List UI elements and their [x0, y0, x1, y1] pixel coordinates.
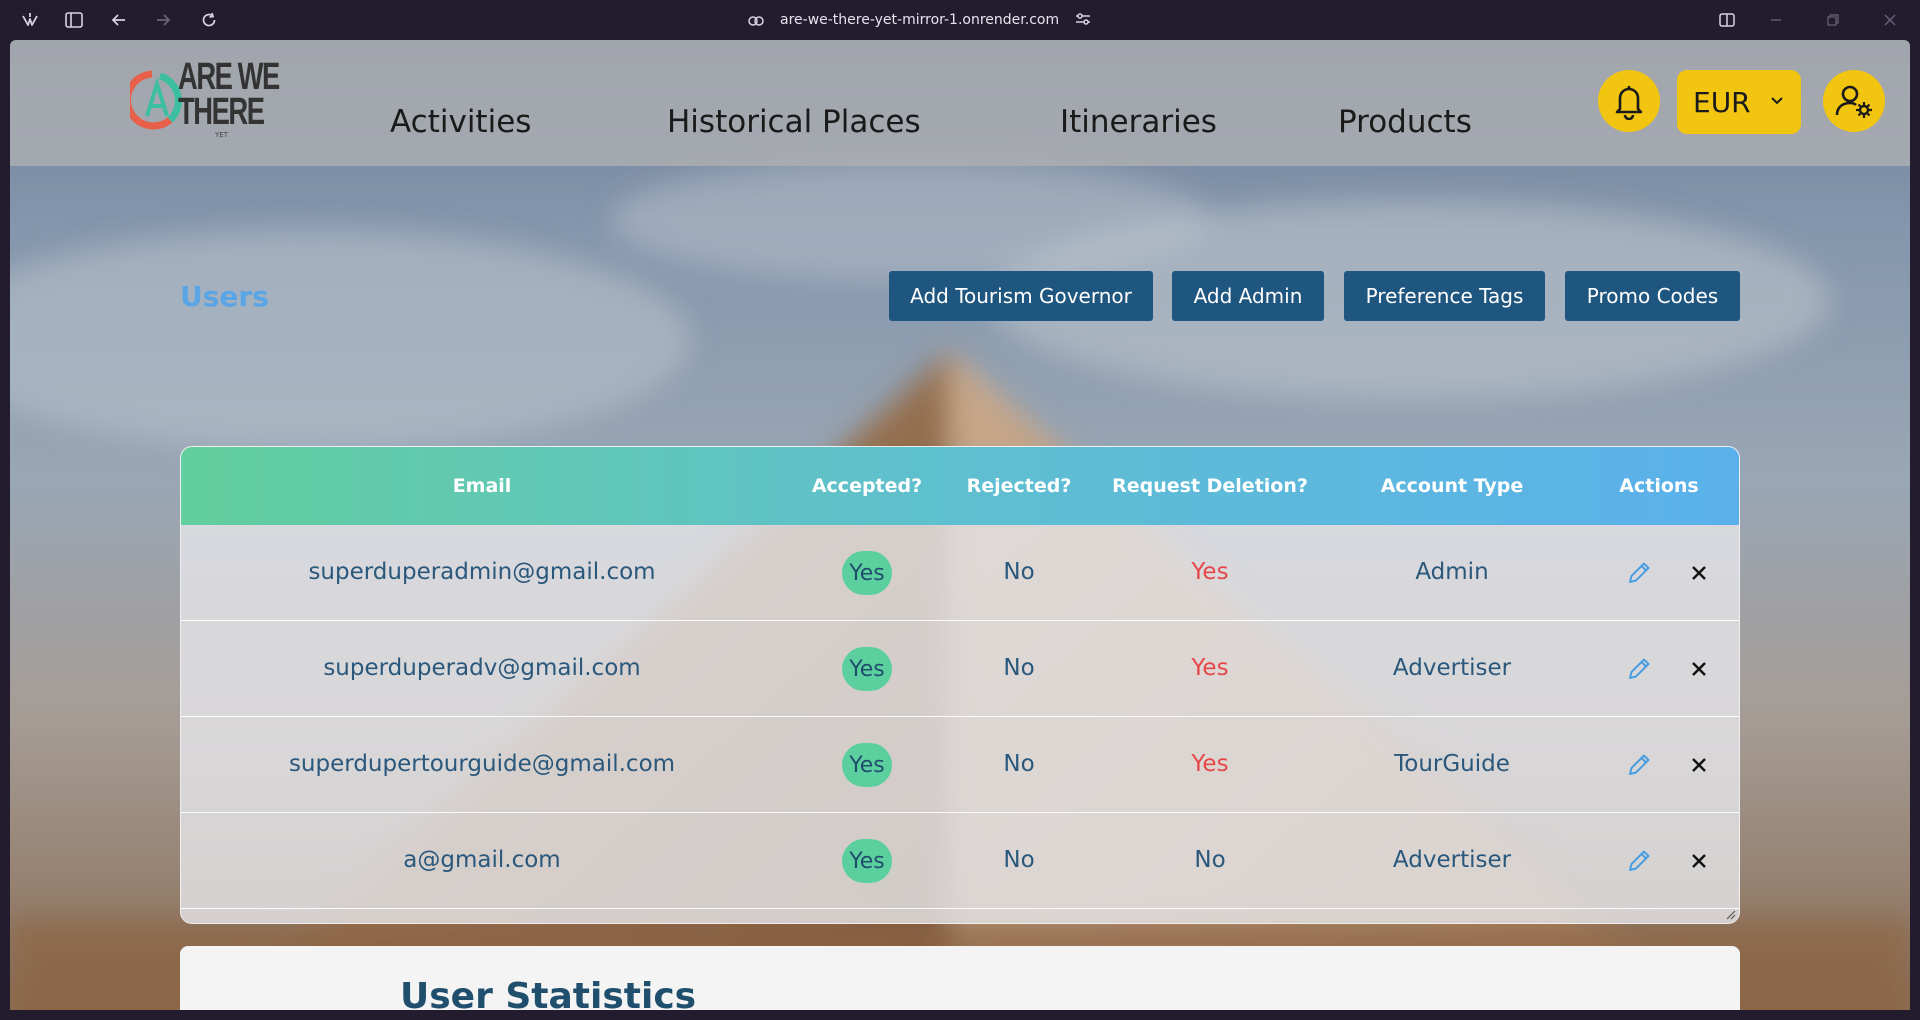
table-header: Email Accepted? Rejected? Request Deleti… — [181, 447, 1739, 525]
stats-title: User Statistics — [400, 976, 697, 1010]
cell-request-deletion: Yes — [1191, 559, 1229, 585]
add-admin-button[interactable]: Add Admin — [1172, 271, 1324, 321]
url-text[interactable]: are-we-there-yet-mirror-1.onrender.com — [780, 12, 1059, 28]
nav-activities[interactable]: Activities — [390, 104, 531, 140]
accepted-badge: Yes — [842, 647, 892, 691]
cell-rejected: No — [1003, 751, 1035, 777]
user-gear-icon — [1835, 85, 1872, 118]
sidebar-toggle-icon[interactable] — [62, 8, 86, 32]
accepted-badge: Yes — [842, 743, 892, 787]
accepted-badge: Yes — [842, 839, 892, 883]
browser-toolbar: are-we-there-yet-mirror-1.onrender.com — [0, 0, 1920, 40]
cell-rejected: No — [1003, 847, 1035, 873]
logo-line-3: YET — [215, 131, 228, 139]
account-settings-button[interactable] — [1823, 70, 1885, 132]
header-account-type: Account Type — [1380, 475, 1524, 497]
bell-icon — [1615, 86, 1643, 120]
browser-logo-icon[interactable] — [18, 8, 42, 32]
minimize-icon[interactable] — [1764, 8, 1788, 32]
cell-account-type: Advertiser — [1392, 847, 1512, 873]
cell-request-deletion: Yes — [1191, 751, 1229, 777]
cell-rejected: No — [1003, 559, 1035, 585]
header-rejected: Rejected? — [966, 475, 1072, 497]
promo-codes-button[interactable]: Promo Codes — [1565, 271, 1740, 321]
add-tourism-governor-button[interactable]: Add Tourism Governor — [889, 271, 1153, 321]
currency-select[interactable]: EUR — [1677, 70, 1801, 134]
edit-pencil-icon[interactable] — [1625, 751, 1653, 779]
delete-x-icon[interactable] — [1685, 751, 1713, 779]
site-settings-icon[interactable] — [1075, 11, 1091, 30]
edit-pencil-icon[interactable] — [1625, 655, 1653, 683]
table-row: superdupertourguide@gmail.com Yes No Yes… — [181, 717, 1739, 813]
notifications-button[interactable] — [1598, 70, 1660, 132]
edit-pencil-icon[interactable] — [1625, 847, 1653, 875]
header-request-deletion: Request Deletion? — [1112, 475, 1308, 497]
header-actions: Actions — [1619, 475, 1699, 497]
cell-account-type: Admin — [1415, 559, 1489, 585]
split-view-icon[interactable] — [1715, 8, 1739, 32]
header-accepted: Accepted? — [811, 475, 923, 497]
link-icon — [748, 11, 764, 30]
user-statistics-card: User Statistics — [180, 946, 1740, 1010]
delete-x-icon[interactable] — [1685, 847, 1713, 875]
nav-products[interactable]: Products — [1338, 104, 1472, 140]
page-title: Users — [180, 280, 269, 313]
top-nav: ARE WE THERE YET Activities Historical P… — [10, 40, 1910, 166]
cell-rejected: No — [1003, 655, 1035, 681]
header-email: Email — [452, 475, 512, 497]
nav-itineraries[interactable]: Itineraries — [1060, 104, 1217, 140]
table-row: a@gmail.com Yes No No Advertiser — [181, 813, 1739, 909]
cell-email: a@gmail.com — [403, 847, 561, 873]
restore-icon[interactable] — [1821, 8, 1845, 32]
back-icon[interactable] — [107, 8, 131, 32]
logo-line-1: ARE WE — [178, 56, 280, 98]
address-bar[interactable]: are-we-there-yet-mirror-1.onrender.com — [748, 8, 1091, 32]
delete-x-icon[interactable] — [1685, 655, 1713, 683]
edit-pencil-icon[interactable] — [1625, 559, 1653, 587]
close-window-icon[interactable] — [1878, 8, 1902, 32]
cell-request-deletion: No — [1194, 847, 1226, 873]
table-row: superduperadmin@gmail.com Yes No Yes Adm… — [181, 525, 1739, 621]
table-row: superduperadv@gmail.com Yes No Yes Adver… — [181, 621, 1739, 717]
currency-value: EUR — [1693, 85, 1751, 119]
cell-email: superduperadv@gmail.com — [323, 655, 641, 681]
cell-email: superdupertourguide@gmail.com — [288, 751, 676, 777]
forward-icon[interactable] — [151, 8, 175, 32]
logo-wordmark: ARE WE THERE — [178, 56, 280, 133]
nav-historical-places[interactable]: Historical Places — [667, 104, 921, 140]
resize-handle-icon[interactable] — [1724, 908, 1736, 920]
users-table: Email Accepted? Rejected? Request Deleti… — [180, 446, 1740, 924]
accepted-badge: Yes — [842, 551, 892, 595]
cell-account-type: Advertiser — [1392, 655, 1512, 681]
cell-email: superduperadmin@gmail.com — [308, 559, 656, 585]
logo-line-2: THERE — [178, 91, 265, 133]
preference-tags-button[interactable]: Preference Tags — [1344, 271, 1545, 321]
cell-request-deletion: Yes — [1191, 655, 1229, 681]
reload-icon[interactable] — [197, 8, 221, 32]
page-viewport: ARE WE THERE YET Activities Historical P… — [10, 40, 1910, 1010]
chevron-down-icon — [1771, 97, 1783, 105]
delete-x-icon[interactable] — [1685, 559, 1713, 587]
cell-account-type: TourGuide — [1394, 751, 1510, 777]
